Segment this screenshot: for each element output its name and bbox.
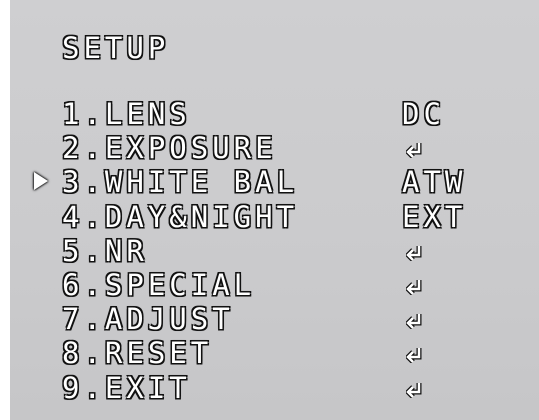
menu-item-label: 6.SPECIAL [62,267,256,302]
menu-title: SETUP [62,31,170,65]
menu-item-label: 5.NR [62,233,148,268]
menu-item-label: 2.EXPOSURE [62,131,277,166]
menu-item-value: EXT [402,199,467,234]
enter-arrow-icon [406,348,422,364]
menu-item-label: 9.EXIT [62,370,191,405]
menu-item-value: ATW [402,165,467,200]
menu-item-special[interactable]: 6.SPECIAL [10,267,539,305]
menu-item-label: 7.ADJUST [62,302,234,337]
menu-item-exit[interactable]: 9.EXIT [10,370,539,408]
menu-item-white-bal[interactable]: 3.WHITE BAL ATW [10,168,539,202]
enter-arrow-icon [406,245,422,261]
menu-item-label: 4.DAY&NIGHT [62,199,299,234]
menu-item-reset[interactable]: 8.RESET [10,339,539,373]
menu-item-label: 1.LENS [62,97,191,131]
menu-item-lens[interactable]: 1.LENS DC [10,100,539,134]
enter-arrow-icon [406,314,422,330]
menu-item-day-night[interactable]: 4.DAY&NIGHT EXT [10,199,539,237]
menu-item-label: 8.RESET [62,336,213,371]
enter-arrow-icon [406,279,422,295]
setup-menu: 1.LENS DC 2.EXPOSURE 3.WHITE BAL ATW 4.D… [10,100,539,408]
enter-arrow-icon [406,382,422,398]
osd-screen: SETUP 1.LENS DC 2.EXPOSURE 3.WHITE BAL A… [10,0,539,420]
menu-item-adjust[interactable]: 7.ADJUST [10,305,539,339]
menu-item-label: 3.WHITE BAL [62,165,299,200]
enter-arrow-icon [406,143,422,159]
menu-item-value: DC [402,97,445,131]
menu-item-exposure[interactable]: 2.EXPOSURE [10,134,539,168]
triangle-right-icon [34,172,48,191]
menu-item-nr[interactable]: 5.NR [10,233,539,271]
